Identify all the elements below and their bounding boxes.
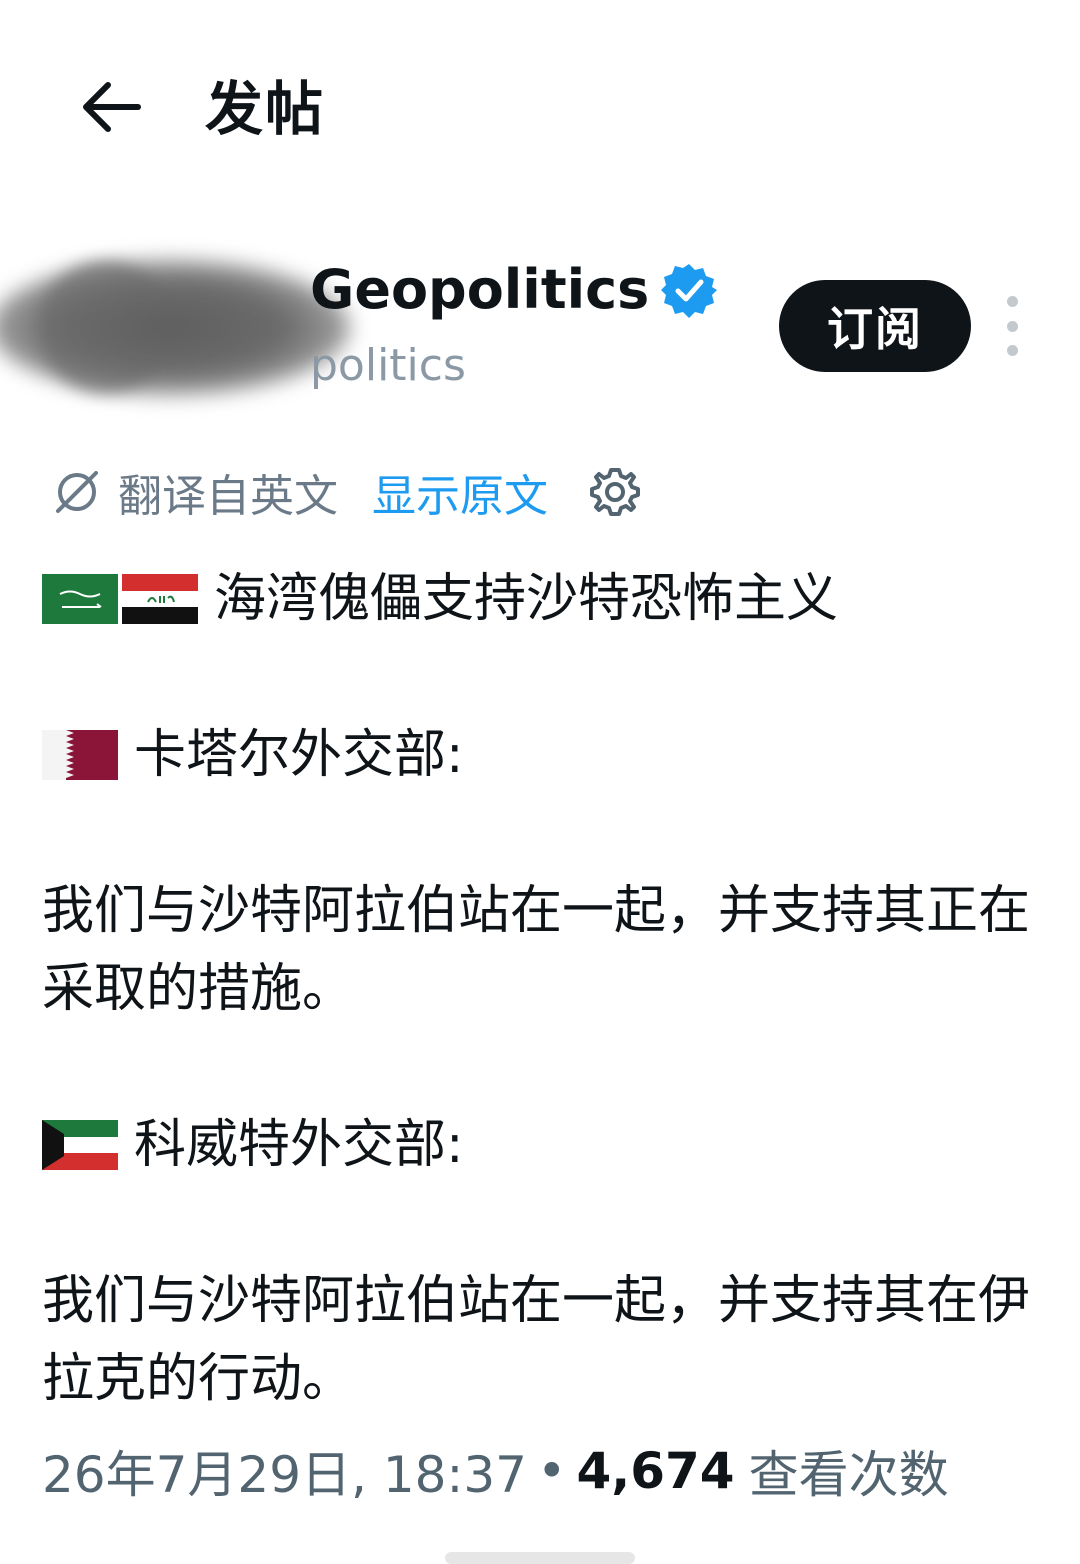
page-title: 发帖 — [205, 75, 326, 143]
saudi-flag-icon — [42, 574, 118, 624]
qatar-flag-icon — [42, 730, 118, 780]
meta-separator: • — [536, 1442, 567, 1500]
author-display-name[interactable]: Geopolitics — [310, 258, 718, 321]
verified-badge-icon — [661, 263, 718, 318]
author-row: Geopolitics politics 订阅 — [0, 240, 1080, 420]
iraq-flag-icon — [122, 574, 198, 624]
kuwait-heading-text: 科威特外交部: — [134, 1115, 464, 1175]
post-timestamp[interactable]: 26年7月29日, 18:37 — [42, 1435, 527, 1507]
post-headline-line: 海湾傀儡支持沙特恐怖主义 — [42, 560, 1032, 638]
back-button[interactable] — [70, 72, 150, 142]
gear-icon[interactable] — [588, 465, 642, 519]
bottom-divider — [445, 1552, 635, 1564]
subscribe-button[interactable]: 订阅 — [779, 280, 971, 372]
translate-icon — [56, 471, 98, 513]
redaction-blur — [0, 260, 350, 395]
author-handle[interactable]: politics — [310, 340, 466, 391]
view-count[interactable]: 4,674 — [576, 1442, 734, 1500]
post-headline-text: 海湾傀儡支持沙特恐怖主义 — [214, 569, 839, 629]
view-count-label: 查看次数 — [748, 1446, 949, 1504]
more-options-button[interactable] — [994, 296, 1030, 356]
translation-bar: 翻译自英文 显示原文 — [52, 462, 642, 522]
more-dot-icon — [1006, 345, 1018, 356]
post-meta: 26年7月29日, 18:37 • 4,674 查看次数 — [42, 1436, 949, 1506]
back-arrow-icon — [83, 82, 141, 132]
qatar-statement: 我们与沙特阿拉伯站在一起，并支持其正在采取的措施。 — [42, 881, 1031, 1019]
qatar-heading-text: 卡塔尔外交部: — [134, 725, 464, 785]
translated-from-label: 翻译自英文 — [118, 471, 338, 522]
more-dot-icon — [1006, 296, 1018, 307]
kuwait-statement: 我们与沙特阿拉伯站在一起，并支持其在伊拉克的行动。 — [42, 1271, 1031, 1409]
qatar-heading-line: 卡塔尔外交部: — [42, 716, 1032, 794]
kuwait-flag-icon — [42, 1120, 118, 1170]
post-text: 海湾傀儡支持沙特恐怖主义 卡塔尔外交部: 我们与沙特阿拉伯站在一起，并支持其正在… — [42, 560, 1032, 1418]
show-original-link[interactable]: 显示原文 — [372, 460, 548, 524]
top-bar: 发帖 — [0, 0, 1080, 210]
kuwait-heading-line: 科威特外交部: — [42, 1106, 1032, 1184]
more-dot-icon — [1006, 320, 1018, 332]
author-name-text: Geopolitics — [310, 258, 650, 321]
